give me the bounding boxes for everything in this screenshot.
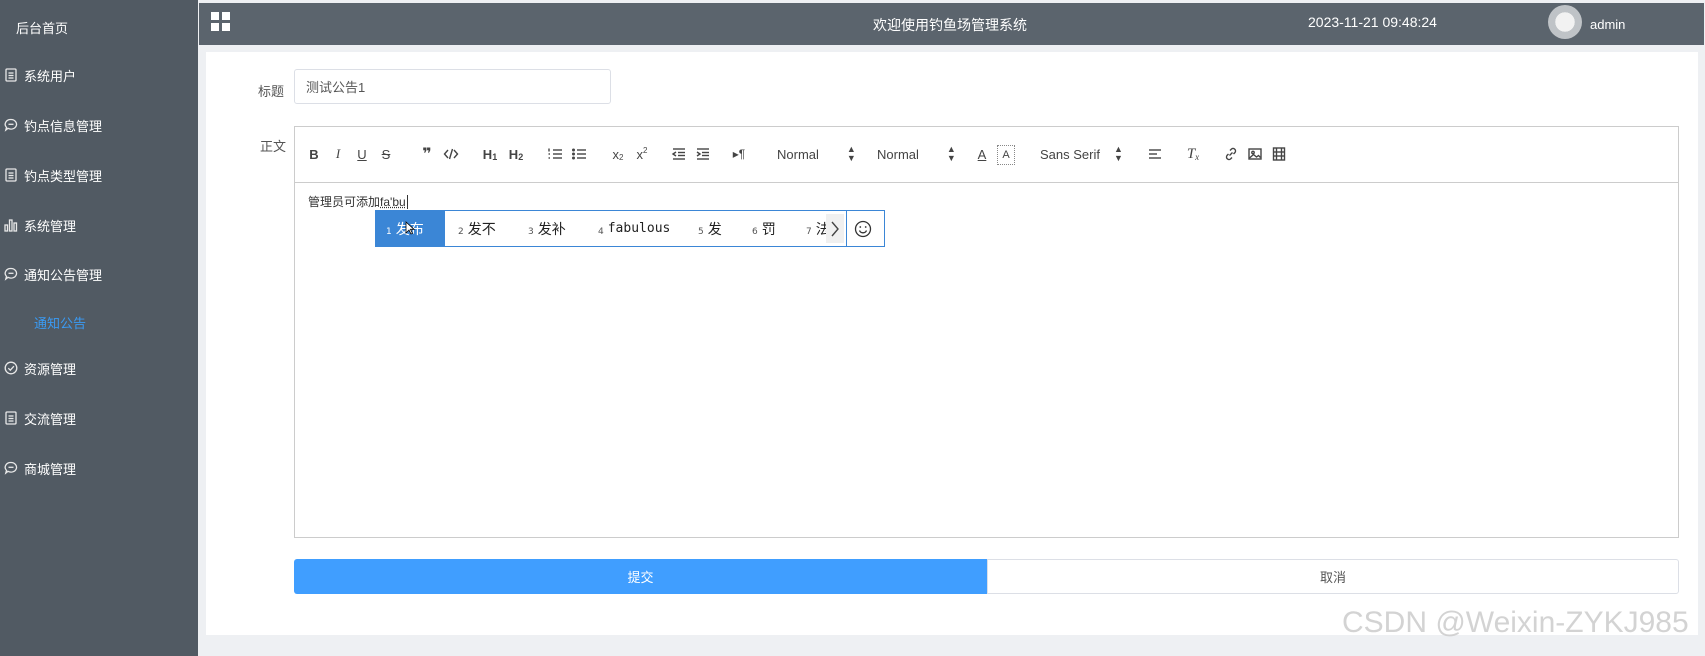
background-color-icon[interactable]: A xyxy=(997,145,1015,165)
bullet-list-icon[interactable] xyxy=(571,145,587,163)
ime-candidate[interactable]: 6罚 xyxy=(752,211,776,246)
sidebar-item-label: 钓点类型管理 xyxy=(24,168,103,184)
align-icon[interactable] xyxy=(1147,145,1163,163)
sidebar-item-label: 资源管理 xyxy=(24,361,77,377)
ime-divider xyxy=(846,211,847,246)
ime-candidate[interactable]: 4 fabulous xyxy=(598,211,670,246)
code-block-icon[interactable] xyxy=(443,145,459,163)
italic-icon[interactable]: I xyxy=(331,145,345,163)
sidebar-item-label: 交流管理 xyxy=(24,411,77,427)
sidebar-item-resource-mgmt[interactable]: 资源管理 xyxy=(4,358,76,378)
page-title: 欢迎使用钓鱼场管理系统 xyxy=(873,17,1027,33)
document-icon xyxy=(4,411,18,425)
superscript-icon[interactable]: x2 xyxy=(633,145,651,163)
chat-icon xyxy=(4,118,18,132)
rich-text-editor: B I U S ❞ H1 H2 x2 x2 ▸¶ Normal ▲ ▼ Normal… xyxy=(294,126,1679,538)
mouse-cursor-icon xyxy=(405,221,415,235)
outdent-icon[interactable] xyxy=(671,145,687,163)
username[interactable]: admin xyxy=(1590,17,1625,32)
ordered-list-icon[interactable] xyxy=(547,145,563,163)
editor-content[interactable]: 管理员可添加fa'bu xyxy=(308,193,408,210)
underline-icon[interactable]: U xyxy=(355,145,369,163)
document-icon xyxy=(4,168,18,182)
watermark: CSDN @Weixin-ZYKJ985 xyxy=(1342,606,1689,639)
body-label: 正文 xyxy=(260,139,287,154)
sidebar-item-shop-mgmt[interactable]: 商城管理 xyxy=(4,458,76,478)
updown-caret-icon: ▲ ▼ xyxy=(946,144,956,163)
text-direction-icon[interactable]: ▸¶ xyxy=(731,145,747,163)
document-icon xyxy=(4,68,18,82)
chat-icon xyxy=(4,461,18,475)
header-datetime: 2023-11-21 09:48:24 xyxy=(1308,14,1437,30)
bold-icon[interactable]: B xyxy=(307,145,321,163)
sidebar-item-spot-type[interactable]: 钓点类型管理 xyxy=(4,165,102,185)
top-bar: 欢迎使用钓鱼场管理系统 2023-11-21 09:48:24 admin xyxy=(199,3,1704,45)
sidebar-home-link[interactable]: 后台首页 xyxy=(16,18,68,37)
ime-candidate[interactable]: 5发 xyxy=(698,211,722,246)
title-label: 标题 xyxy=(258,84,285,99)
cancel-button[interactable]: 取消 xyxy=(987,559,1679,594)
sidebar-item-label: 系统管理 xyxy=(24,218,77,234)
ime-candidate-popup: 1发布 2发不 3发补 4fabulous 5发 6罚 7法 xyxy=(375,210,885,247)
sidebar-item-label: 系统用户 xyxy=(24,68,77,84)
heading2-icon[interactable]: H2 xyxy=(507,145,525,163)
sidebar-item-notice-mgmt[interactable]: 通知公告管理 xyxy=(4,264,102,284)
sidebar-item-label: 通知公告管理 xyxy=(24,267,103,283)
form-panel: 标题 正文 B I U S ❞ H1 H2 x2 x2 ▸¶ Normal▲▼ … xyxy=(206,52,1698,635)
subscript-icon[interactable]: x2 xyxy=(609,145,627,163)
sidebar-item-spot-info[interactable]: 钓点信息管理 xyxy=(4,115,102,135)
chat-icon xyxy=(4,267,18,281)
heading1-icon[interactable]: H1 xyxy=(481,145,499,163)
sidebar-subitem-notice[interactable]: 通知公告 xyxy=(34,313,86,332)
header-picker[interactable]: Normal ▲ ▼ xyxy=(777,145,856,163)
avatar[interactable] xyxy=(1548,5,1582,39)
title-input[interactable] xyxy=(294,69,611,104)
submit-button[interactable]: 提交 xyxy=(294,559,987,594)
link-icon[interactable] xyxy=(1223,145,1239,163)
ime-candidate[interactable]: 2 发不 xyxy=(458,211,496,246)
sidebar-item-system-mgmt[interactable]: 系统管理 xyxy=(4,215,76,235)
clear-format-icon[interactable]: Tx xyxy=(1185,145,1201,163)
emoji-icon[interactable] xyxy=(853,219,873,239)
font-picker[interactable]: Sans Serif ▲ ▼ xyxy=(1040,145,1123,163)
bar-chart-icon xyxy=(4,218,18,232)
blockquote-icon[interactable]: ❞ xyxy=(419,145,435,163)
sidebar: 后台首页 系统用户 钓点信息管理 钓点类型管理 系统管理 通知公告管理 通知公告… xyxy=(0,0,198,656)
check-circle-icon xyxy=(4,361,18,375)
size-picker[interactable]: Normal ▲ ▼ xyxy=(877,145,956,163)
font-color-icon[interactable]: A xyxy=(975,145,989,163)
sidebar-item-label: 钓点信息管理 xyxy=(24,118,103,134)
sidebar-item-exchange-mgmt[interactable]: 交流管理 xyxy=(4,408,76,428)
chevron-right-icon[interactable] xyxy=(826,214,844,243)
updown-caret-icon: ▲ ▼ xyxy=(1113,144,1123,163)
indent-icon[interactable] xyxy=(695,145,711,163)
updown-caret-icon: ▲ ▼ xyxy=(846,144,856,163)
editor-toolbar: B I U S ❞ H1 H2 x2 x2 ▸¶ Normal ▲ ▼ Normal… xyxy=(295,127,1678,183)
strikethrough-icon[interactable]: S xyxy=(379,145,393,163)
image-icon[interactable] xyxy=(1247,145,1263,163)
menu-grid-icon[interactable] xyxy=(211,12,231,32)
video-icon[interactable] xyxy=(1271,145,1287,163)
sidebar-item-label: 商城管理 xyxy=(24,461,77,477)
ime-composition-text: fa'bu xyxy=(380,195,406,209)
ime-candidate[interactable]: 3 发补 xyxy=(528,211,566,246)
sidebar-item-system-users[interactable]: 系统用户 xyxy=(4,65,76,85)
